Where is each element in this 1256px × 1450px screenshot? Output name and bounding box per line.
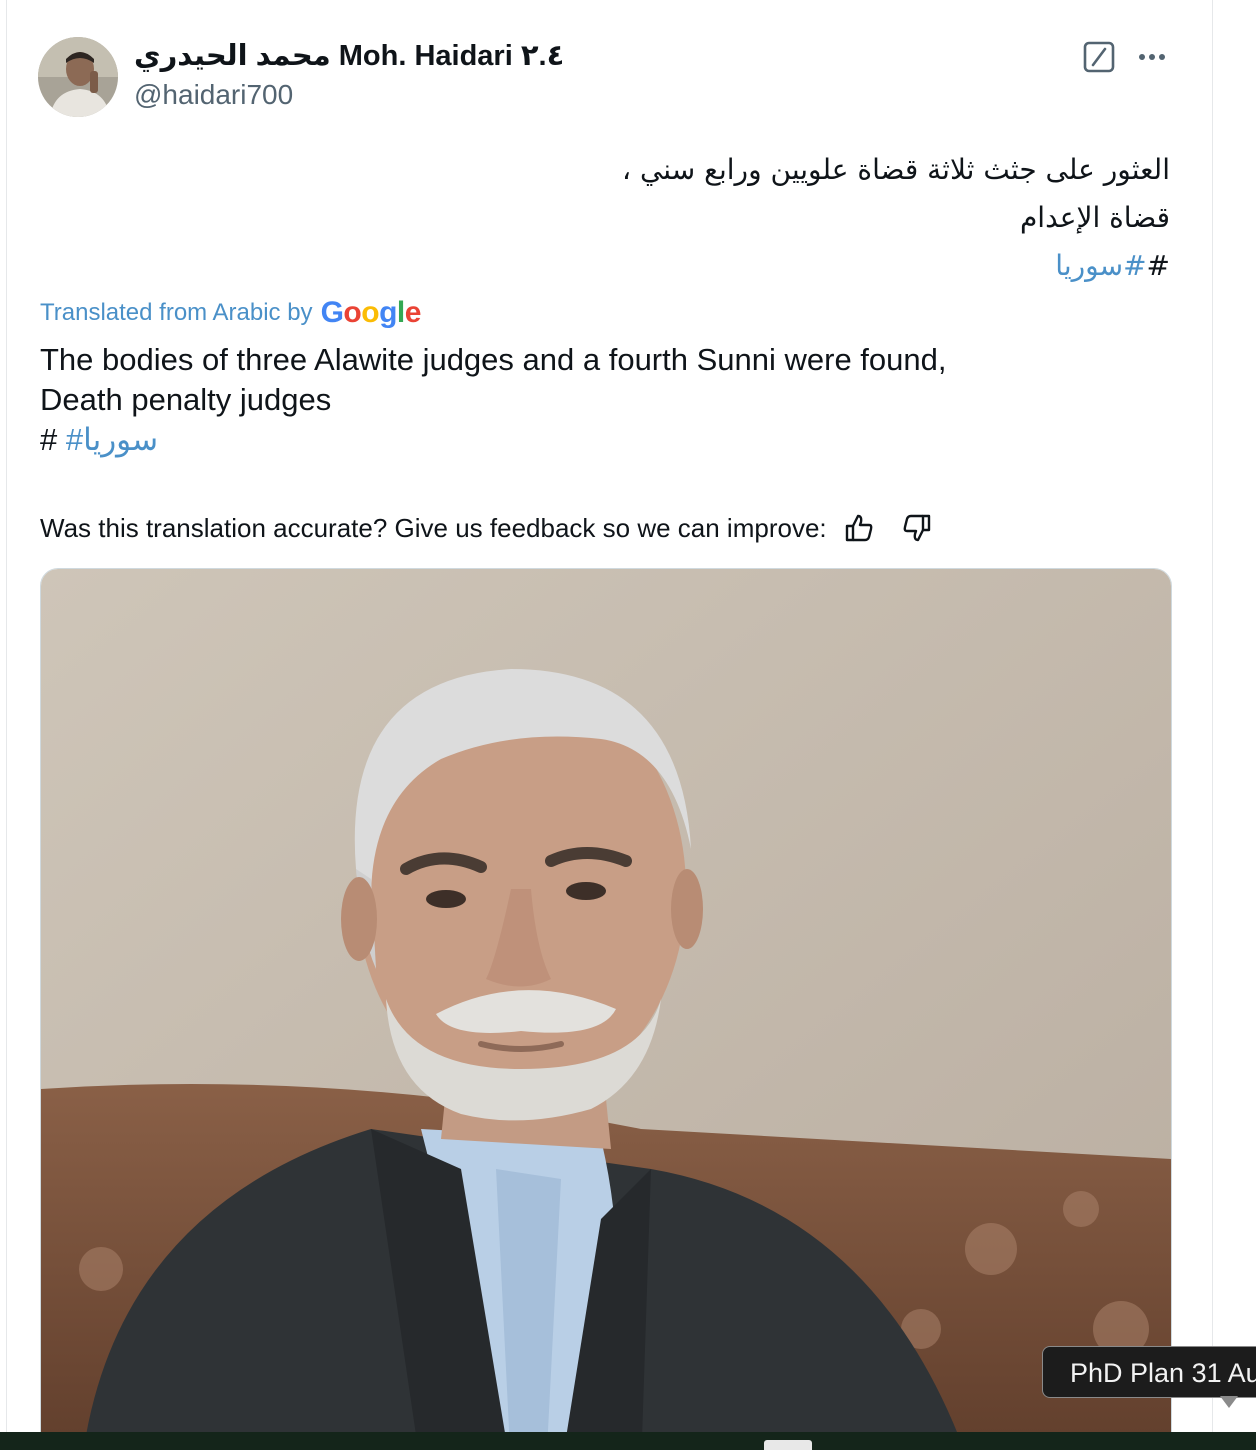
translated-line: Death penalty judges (40, 382, 332, 417)
avatar-photo (38, 37, 118, 117)
post-hashtag-line: ##سوريا (270, 242, 1170, 290)
portrait-photo (41, 569, 1171, 1450)
grok-icon[interactable] (1082, 40, 1116, 74)
feedback-prompt: Was this translation accurate? Give us f… (40, 512, 827, 543)
more-icon[interactable] (1134, 40, 1170, 74)
post-line: قضاة الإعدام (1019, 201, 1170, 234)
hashtag-link[interactable]: #سوريا (66, 422, 158, 457)
thumbs-up-icon[interactable] (843, 512, 875, 544)
right-divider (1212, 0, 1213, 1450)
translation-feedback: Was this translation accurate? Give us f… (40, 508, 933, 548)
left-divider (6, 0, 7, 1450)
post-media-photo[interactable] (40, 568, 1172, 1450)
thumbs-down-icon[interactable] (901, 512, 933, 544)
dock-strip (0, 1432, 1256, 1450)
translation-attribution: Translated from Arabic by Google (40, 294, 421, 332)
dock-item[interactable] (764, 1440, 812, 1450)
post-page: محمد الحيدري Moh. Haidari ٢.٤ @haidari70… (0, 0, 1256, 1450)
hashtag-link[interactable]: #سوريا (1055, 249, 1146, 282)
hash-prefix: # (1146, 249, 1170, 282)
avatar[interactable] (38, 37, 118, 117)
translated-text: The bodies of three Alawite judges and a… (40, 340, 1180, 460)
display-name[interactable]: محمد الحيدري Moh. Haidari ٢.٤ (134, 38, 564, 74)
translated-line: The bodies of three Alawite judges and a… (40, 342, 947, 377)
tooltip: PhD Plan 31 Au (1042, 1346, 1256, 1398)
tooltip-tail (1220, 1396, 1238, 1408)
post-text-arabic: العثور على جثث ثلاثة قضاة علويين ورابع س… (270, 146, 1170, 290)
post-line: العثور على جثث ثلاثة قضاة علويين ورابع س… (622, 153, 1170, 186)
translated-from-label: Translated from Arabic by (40, 299, 313, 326)
google-logo: Google (320, 296, 422, 329)
user-handle[interactable]: @haidari700 (134, 78, 293, 112)
hash-prefix: # (40, 422, 58, 457)
translated-hashtag-line: # #سوريا (40, 420, 1180, 460)
